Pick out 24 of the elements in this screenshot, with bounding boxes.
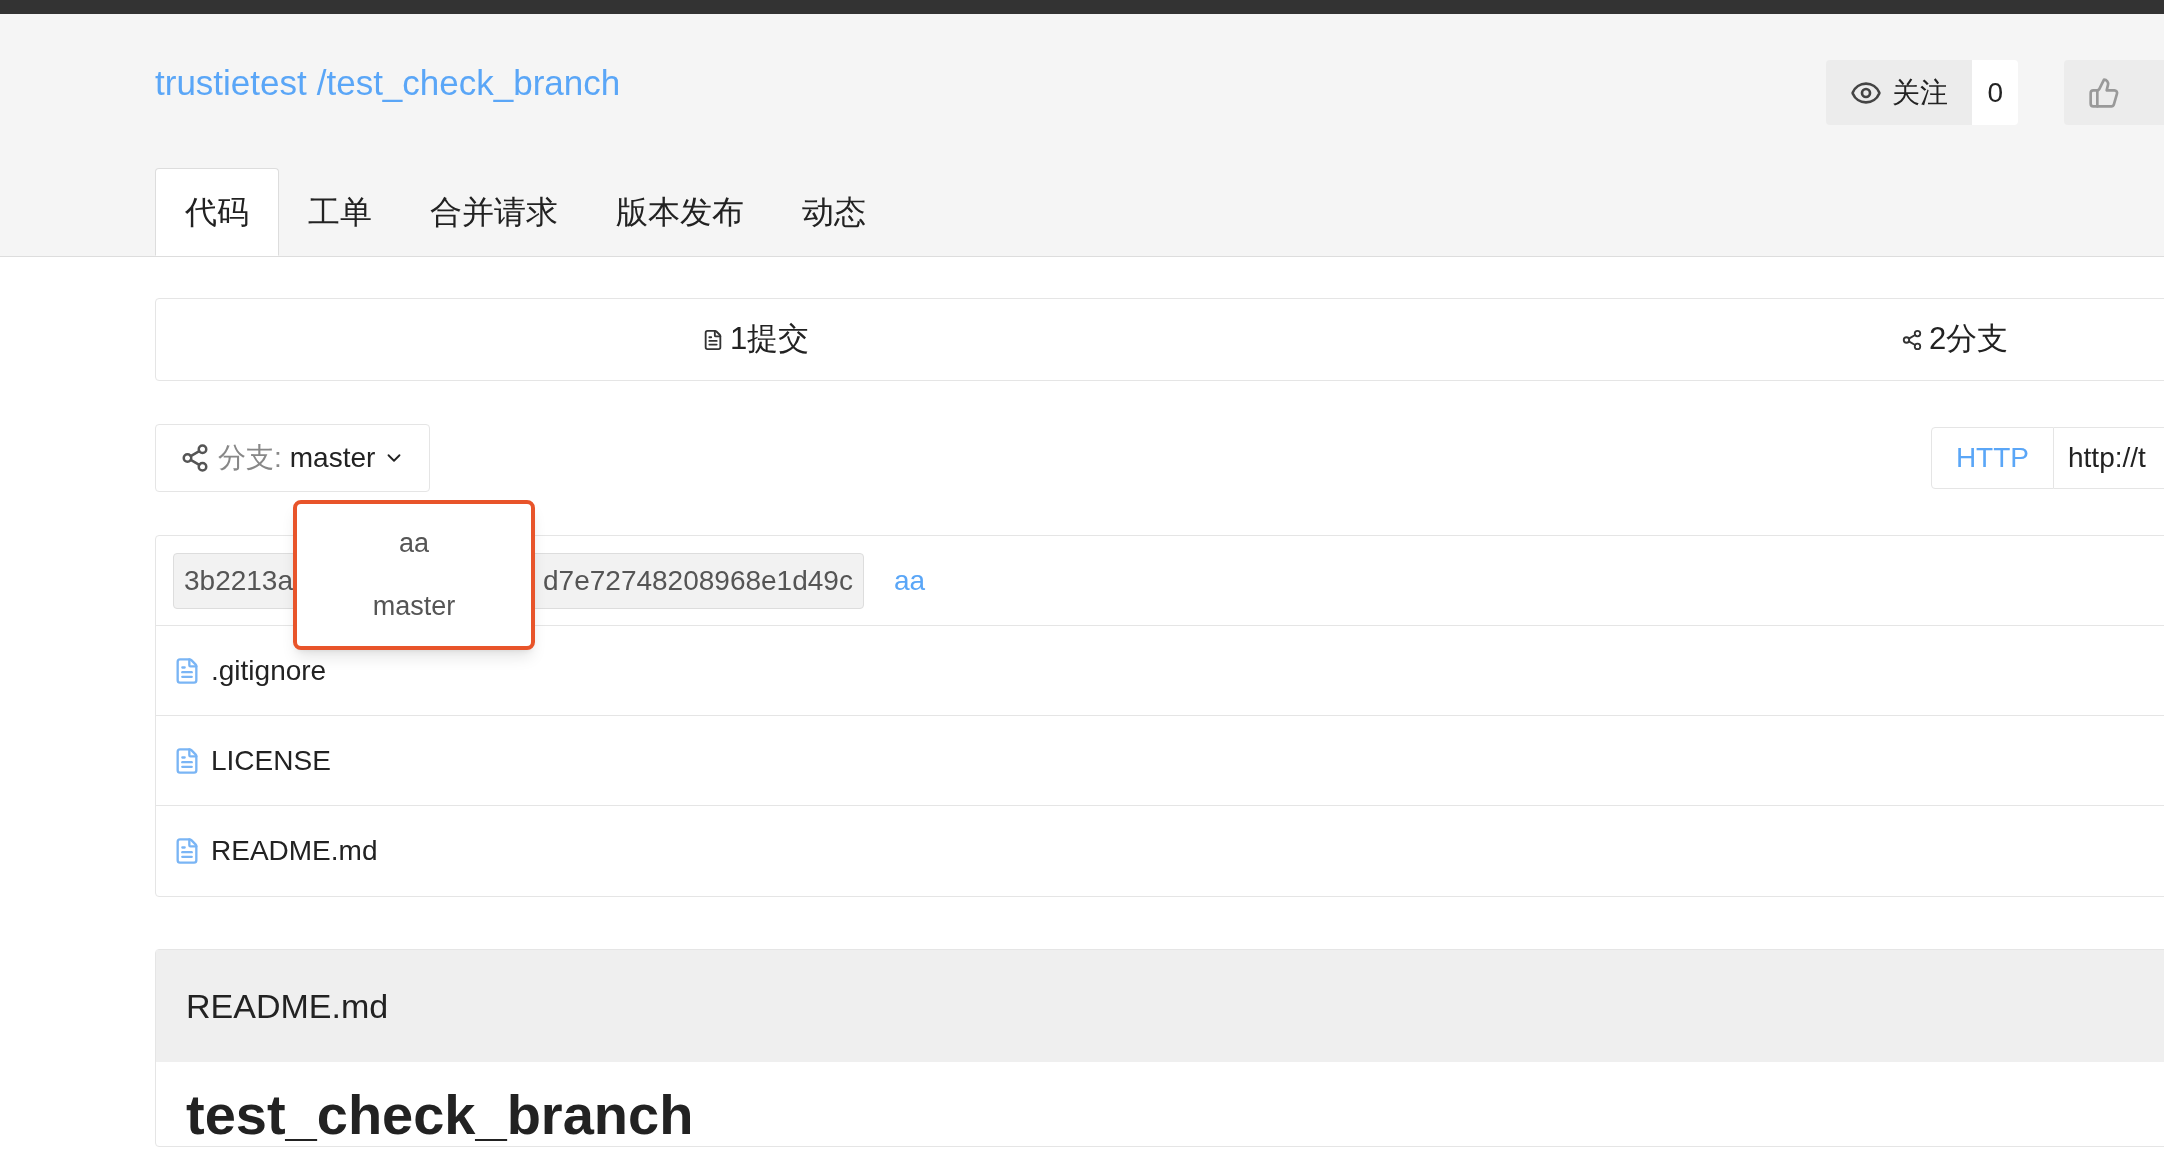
file-link[interactable]: .gitignore	[211, 649, 327, 692]
thumbs-up-icon	[2088, 76, 2120, 109]
branch-icon	[180, 443, 210, 473]
file-link[interactable]: README.md	[211, 830, 378, 872]
readme-title: README.md	[186, 985, 389, 1027]
watch-count: 0	[1972, 60, 2018, 125]
stat-link[interactable]: 2分支	[1900, 316, 2009, 363]
tab[interactable]: 动态	[773, 168, 895, 256]
readme-heading: test_check_branch	[185, 1082, 695, 1146]
tab[interactable]: 合并请求	[401, 168, 587, 256]
tab[interactable]: 工单	[279, 168, 401, 256]
hash-text: 3b2213a	[184, 563, 293, 598]
stat-link[interactable]: 1提交	[701, 316, 810, 363]
dropdown-item[interactable]: aa	[297, 512, 531, 575]
dropdown-item[interactable]: master	[297, 575, 531, 638]
like-button[interactable]	[2064, 60, 2164, 125]
tab[interactable]: 代码	[155, 168, 279, 256]
clone-url-field[interactable]: http://t	[2054, 427, 2164, 489]
hash-text: d7e72748208968e1d49c	[543, 563, 853, 598]
watch-button[interactable]: 关注	[1826, 60, 1973, 125]
branch-icon	[1900, 328, 1923, 351]
file-link[interactable]: LICENSE	[211, 739, 331, 782]
tab[interactable]: 版本发布	[587, 168, 773, 256]
branch-selector[interactable]: 分支: master	[155, 424, 431, 492]
